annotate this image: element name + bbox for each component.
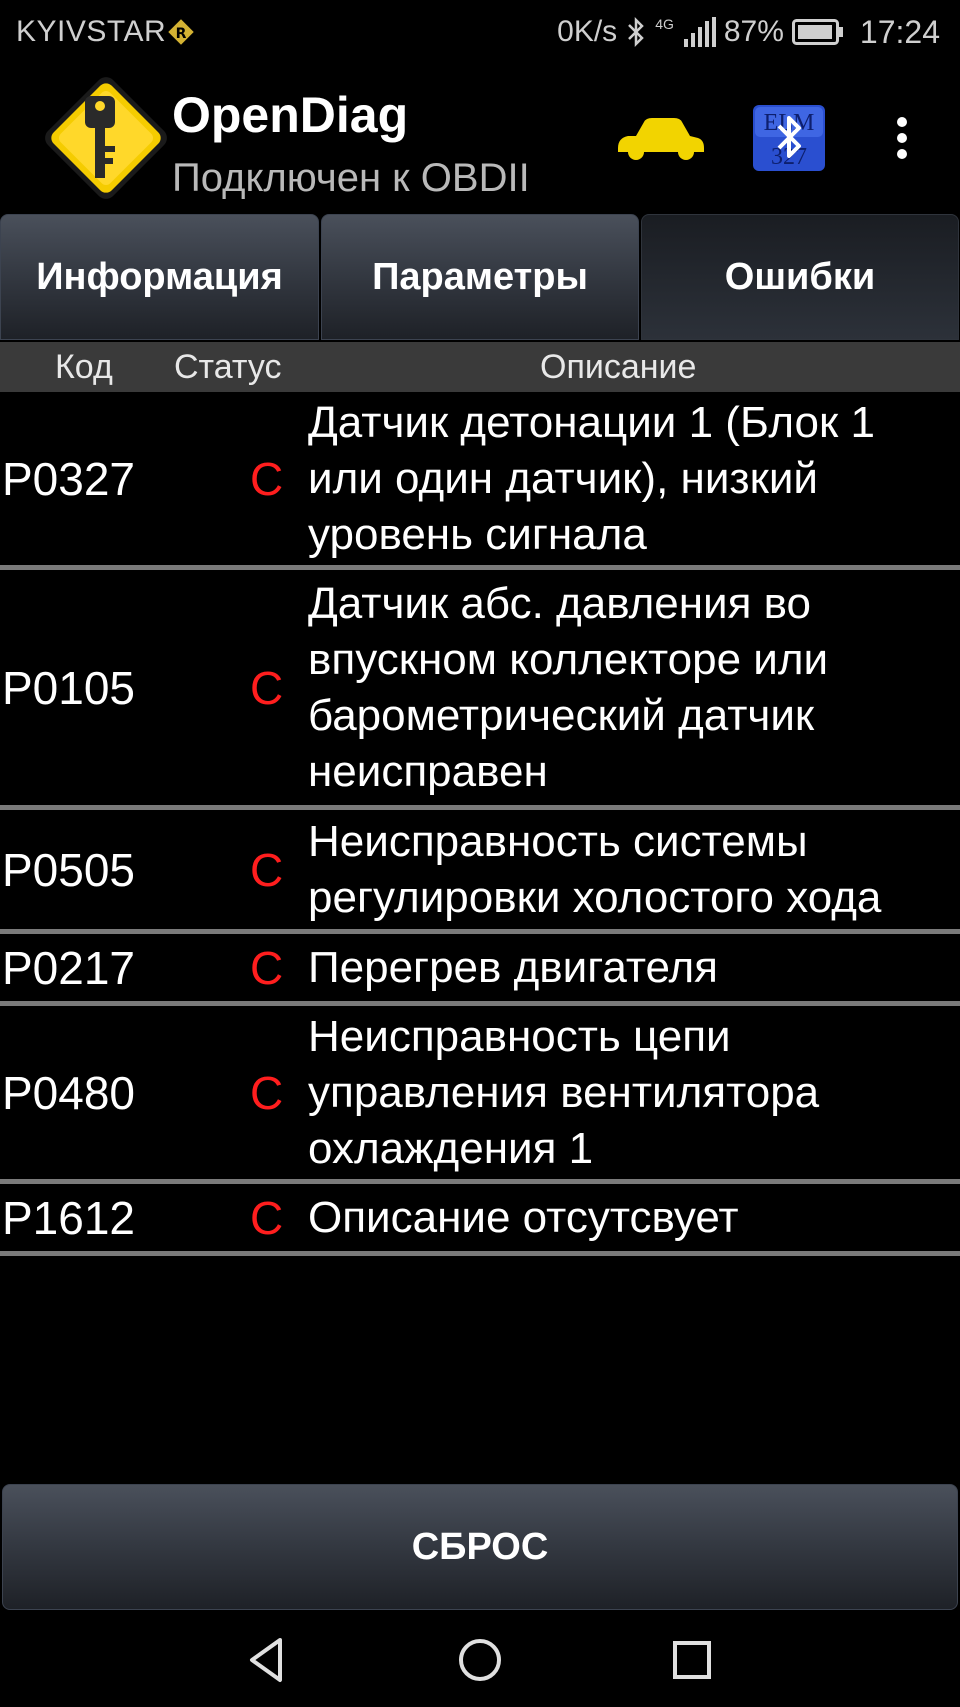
carrier-name: KYIVSTAR [16, 15, 167, 48]
column-header-code: Код [55, 348, 113, 386]
bluetooth-status-icon [628, 16, 644, 48]
svg-text:R: R [176, 26, 187, 42]
error-code: P0105 [2, 661, 136, 714]
error-status: C [250, 1191, 284, 1244]
error-code: P0217 [2, 941, 136, 994]
error-code: P0327 [2, 452, 136, 505]
car-icon[interactable] [614, 112, 706, 164]
app-logo-key-icon [45, 77, 167, 199]
clock-time: 17:24 [859, 13, 940, 50]
roaming-diamond-icon: R [168, 19, 194, 45]
table-row[interactable]: P0480 C Неисправность цепи управления ве… [0, 1006, 960, 1184]
network-type: 4G [655, 16, 674, 32]
error-status: C [250, 843, 284, 896]
error-description: Описание отсутсвует [308, 1192, 739, 1242]
home-icon[interactable] [456, 1634, 504, 1686]
recent-apps-icon[interactable] [668, 1634, 716, 1686]
error-status: C [250, 941, 284, 994]
signal-strength-icon [683, 17, 716, 47]
table-header: Код Статус Описание [0, 342, 960, 392]
overflow-menu-icon[interactable] [880, 114, 924, 162]
table-row[interactable]: P0505 C Неисправность системы регулировк… [0, 810, 960, 934]
status-bar-right: 0K/s 4G 87% 17:24 [557, 12, 940, 52]
column-header-description: Описание [540, 348, 697, 386]
error-status: C [250, 452, 284, 505]
error-description: Датчик детонации 1 (Блок 1 или один датч… [308, 397, 875, 559]
network-speed: 0K/s [557, 15, 618, 48]
error-description: Датчик абс. давления во впускном коллект… [308, 578, 829, 796]
bluetooth-elm327-icon[interactable]: ELM 327 [752, 104, 826, 172]
app-title: OpenDiag [172, 87, 409, 143]
battery-percent: 87% [723, 15, 784, 48]
error-description: Неисправность системы регулировки холост… [308, 816, 882, 922]
connection-status: Подключен к OBDII [172, 156, 530, 200]
tab-parameters[interactable]: Параметры [321, 214, 639, 340]
navigation-bar [0, 1610, 960, 1707]
error-description: Перегрев двигателя [308, 942, 719, 992]
tab-bar: Информация Параметры Ошибки [0, 212, 960, 340]
error-code: P1612 [2, 1191, 136, 1244]
reset-button[interactable]: СБРОС [2, 1484, 958, 1610]
error-status: C [250, 661, 284, 714]
tab-errors[interactable]: Ошибки [641, 214, 959, 340]
table-row[interactable]: P0105 C Датчик абс. давления во впускном… [0, 570, 960, 810]
table-row[interactable]: P0327 C Датчик детонации 1 (Блок 1 или о… [0, 392, 960, 570]
error-code: P0505 [2, 843, 136, 896]
error-description: Неисправность цепи управления вентилятор… [308, 1011, 820, 1173]
error-code: P0480 [2, 1066, 136, 1119]
tab-information[interactable]: Информация [0, 214, 319, 340]
back-icon[interactable] [244, 1634, 292, 1686]
action-bar: OpenDiag Подключен к OBDII ELM 327 [0, 66, 960, 212]
status-bar: KYIVSTAR R 0K/s 4G 87% 17:24 [0, 0, 960, 66]
table-row[interactable]: P1612 C Описание отсутсвует [0, 1184, 960, 1256]
error-status: C [250, 1066, 284, 1119]
column-header-status: Статус [174, 348, 282, 386]
table-row[interactable]: P0217 C Перегрев двигателя [0, 934, 960, 1006]
battery-icon [791, 19, 843, 45]
